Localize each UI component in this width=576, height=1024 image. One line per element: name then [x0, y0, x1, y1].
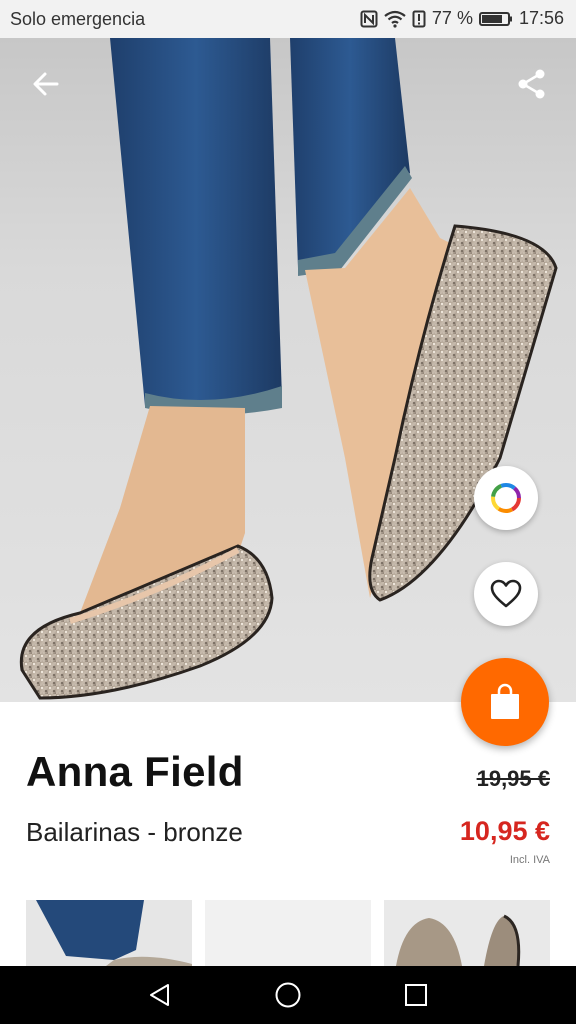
- shopping-bag-icon: [491, 683, 519, 719]
- circle-home-icon: [275, 982, 301, 1008]
- heart-outline-icon: [490, 579, 522, 608]
- add-to-bag-button[interactable]: [461, 658, 549, 746]
- clock: 17:56: [518, 8, 564, 28]
- favorite-button[interactable]: [474, 562, 538, 626]
- status-icons: 77 % 17:56: [360, 8, 564, 29]
- thumbnail-3[interactable]: [384, 900, 550, 966]
- status-bar: Solo emergencia 77 % 17:56: [0, 0, 576, 38]
- product-name: Bailarinas - bronze: [26, 817, 243, 847]
- nav-recent-apps-button[interactable]: [384, 966, 448, 1024]
- battery-percent: 77 %: [431, 8, 473, 28]
- square-recent-icon: [405, 984, 427, 1006]
- sale-price: 10,95 €: [459, 816, 550, 846]
- wifi-icon: [384, 10, 406, 28]
- nav-home-button[interactable]: [256, 966, 320, 1024]
- battery-icon: [478, 11, 513, 27]
- thumbnail-3-photo: [396, 914, 521, 966]
- alert-icon: [412, 10, 426, 28]
- arrow-left-icon: [33, 72, 59, 96]
- color-ring-icon: [491, 483, 521, 513]
- color-options-button[interactable]: [474, 466, 538, 530]
- brand-name: Anna Field: [26, 748, 244, 795]
- tax-note: Incl. IVA: [509, 854, 550, 866]
- thumbnail-1[interactable]: [26, 900, 192, 966]
- share-icon: [518, 69, 545, 99]
- back-button[interactable]: [22, 60, 70, 108]
- navigation-bar: [0, 966, 576, 1024]
- original-price: 19,95 €: [476, 766, 550, 791]
- product-image[interactable]: [0, 38, 576, 702]
- nfc-icon: [360, 10, 378, 28]
- share-button[interactable]: [508, 60, 556, 108]
- carrier-label: Solo emergencia: [10, 9, 146, 29]
- thumbnail-1-photo: [36, 900, 192, 966]
- triangle-back-icon: [150, 984, 169, 1006]
- thumbnail-strip: [0, 900, 576, 966]
- nav-back-button[interactable]: [128, 966, 192, 1024]
- thumbnail-2[interactable]: [205, 900, 371, 966]
